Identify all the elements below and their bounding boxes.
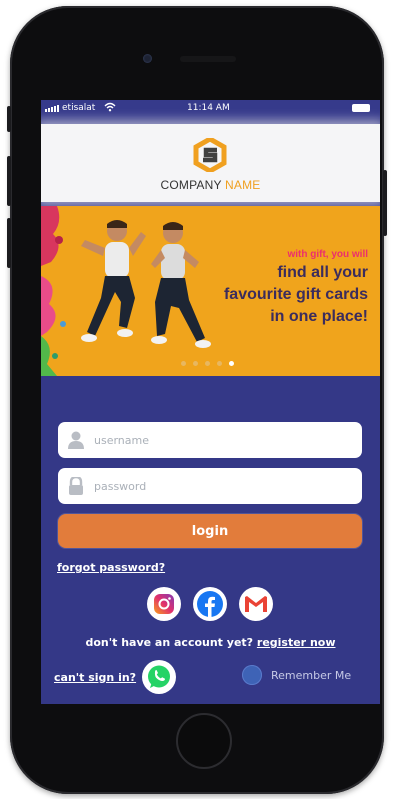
status-time: 11:14 AM (187, 103, 230, 113)
phone-frame: etisalat 11:14 AM COMPANY NAME with gift… (7, 6, 387, 794)
remember-me[interactable]: Remember Me (242, 665, 351, 685)
man-left (81, 220, 146, 342)
signal-icon (45, 105, 59, 112)
carousel-dot[interactable] (193, 361, 198, 366)
carousel-dot[interactable] (217, 361, 222, 366)
gmail-icon (244, 595, 268, 613)
forgot-password-link[interactable]: forgot password? (57, 561, 165, 574)
carousel-dots (181, 361, 234, 366)
earpiece-speaker (180, 56, 236, 62)
password-input[interactable] (92, 478, 336, 494)
app-header: COMPANY NAME (41, 124, 380, 202)
register-link[interactable]: register now (257, 636, 336, 649)
remember-me-label: Remember Me (271, 668, 352, 682)
app-screen: etisalat 11:14 AM COMPANY NAME with gift… (41, 100, 380, 704)
remember-me-radio[interactable] (242, 665, 262, 685)
carousel-dot[interactable] (181, 361, 186, 366)
whatsapp-icon (148, 665, 170, 688)
no-account-label: don't have an account yet? (85, 636, 254, 649)
jumping-men-photo (81, 220, 211, 348)
volume-up-button (7, 156, 11, 206)
company-name-accent: NAME (225, 178, 261, 192)
login-button[interactable]: login (58, 514, 362, 548)
promo-text: with gift, you will find all your favour… (224, 248, 368, 328)
mute-switch (7, 106, 11, 132)
home-button[interactable] (176, 713, 232, 769)
facebook-button[interactable] (193, 587, 227, 621)
password-field[interactable] (58, 468, 362, 504)
front-camera (143, 54, 152, 63)
whatsapp-button[interactable] (142, 660, 176, 694)
carousel-dot[interactable] (205, 361, 210, 366)
username-input[interactable] (92, 432, 336, 448)
company-name: COMPANY NAME (41, 178, 380, 192)
battery-icon (352, 104, 370, 112)
wifi-icon (104, 102, 116, 112)
promo-line-2: favourite gift cards (223, 286, 368, 303)
promo-line-3: in one place! (270, 308, 368, 325)
man-right (151, 222, 211, 348)
promo-banner[interactable]: with gift, you will find all your favour… (41, 206, 380, 376)
company-word: COMPANY (160, 178, 222, 192)
status-bar: etisalat 11:14 AM (41, 100, 380, 118)
lock-icon (69, 477, 83, 495)
cant-sign-in-link[interactable]: can't sign in? (54, 671, 136, 684)
volume-down-button (7, 218, 11, 268)
no-account-text: don't have an account yet? register now (41, 636, 380, 649)
carousel-dot-active[interactable] (229, 361, 234, 366)
carrier-name: etisalat (62, 103, 96, 113)
instagram-icon (154, 594, 174, 614)
user-icon (68, 431, 84, 449)
promo-subtitle: with gift, you will (287, 249, 368, 260)
company-logo (193, 138, 227, 172)
promo-line-1: find all your (277, 264, 368, 281)
gmail-button[interactable] (239, 587, 273, 621)
instagram-button[interactable] (147, 587, 181, 621)
facebook-icon (197, 591, 223, 617)
username-field[interactable] (58, 422, 362, 458)
power-button (383, 170, 387, 236)
